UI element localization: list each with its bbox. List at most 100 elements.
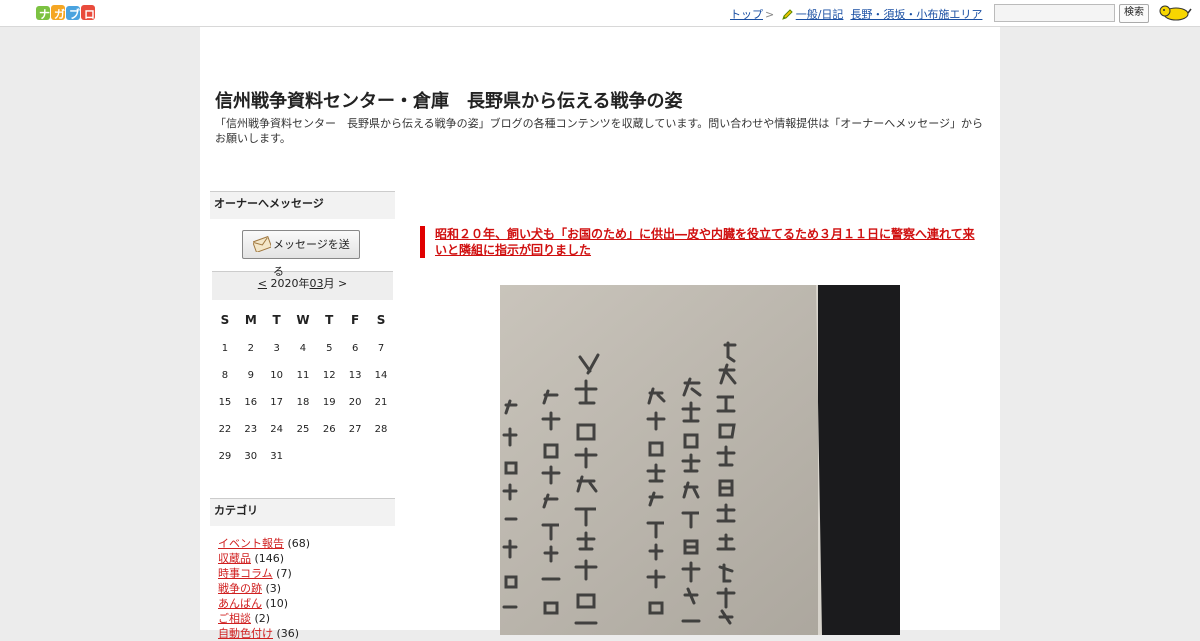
calendar-day	[290, 443, 317, 470]
post-title-link[interactable]: 昭和２０年、飼い犬も「お国のため」に供出―皮や内臓を役立てるため３月１１日に警察…	[435, 227, 975, 257]
top-bar: ナ ガ ブ ロ トップ > 一般/日記 長野・須坂・小布施エリア 検索	[0, 0, 1200, 27]
calendar-day	[316, 443, 342, 470]
pencil-icon	[781, 9, 793, 20]
svg-text:ナ: ナ	[39, 8, 50, 21]
calendar-day: 14	[374, 370, 388, 381]
calendar-day: 27	[348, 424, 362, 435]
weekday-label: S	[376, 313, 386, 327]
category-link[interactable]: イベント報告	[218, 537, 284, 550]
calendar-day: 17	[270, 397, 284, 408]
calendar-day	[342, 443, 368, 470]
calendar-day: 7	[377, 343, 385, 354]
page-container: 信州戦争資料センター・倉庫 長野県から伝える戦争の姿 「信州戦争資料センター 長…	[200, 27, 1000, 640]
weekday-label: T	[325, 313, 334, 327]
category-count: (68)	[287, 537, 311, 550]
calendar-day: 5	[326, 343, 333, 354]
calendar-day: 8	[221, 370, 229, 381]
category-count: (7)	[276, 567, 292, 580]
svg-text:ロ: ロ	[84, 8, 94, 21]
calendar-day: 21	[374, 397, 388, 408]
owner-message-heading: オーナーへメッセージ	[210, 191, 395, 219]
calendar-month-link[interactable]: 03	[310, 277, 324, 290]
calendar: S M T W T F S 1 2 3 4 5 6 7 8 9 10 11 12…	[212, 300, 394, 470]
category-item: 自動色付け (36)	[218, 626, 395, 641]
calendar-day: 3	[273, 343, 280, 354]
search-input[interactable]	[994, 4, 1115, 22]
calendar-next-link[interactable]: >	[338, 277, 347, 290]
calendar-day: 23	[244, 424, 258, 435]
calendar-week-row: 22 23 24 25 26 27 28	[212, 416, 394, 443]
document-photo-image	[500, 285, 900, 635]
category-count: (36)	[276, 627, 300, 640]
calendar-day: 24	[270, 424, 284, 435]
category-section: カテゴリ イベント報告 (68) 収蔵品 (146) 時事コラム (7) 戦争の…	[210, 498, 395, 641]
blog-description: 「信州戦争資料センター 長野県から伝える戦争の姿」ブログの各種コンテンツを収蔵し…	[215, 117, 984, 145]
category-heading: カテゴリ	[210, 498, 395, 526]
calendar-day: 22	[218, 424, 232, 435]
category-link[interactable]: 時事コラム	[218, 567, 273, 580]
category-item: イベント報告 (68)	[218, 536, 395, 551]
category-link[interactable]: 自動色付け	[218, 627, 273, 640]
calendar-week-row: 29 30 31	[212, 443, 394, 470]
calendar-day: 12	[322, 370, 336, 381]
weekday-label: T	[272, 313, 281, 327]
svg-text:ブ: ブ	[69, 7, 80, 21]
category-link[interactable]: あんばん	[218, 597, 262, 610]
calendar-day: 30	[244, 451, 258, 462]
calendar-day: 18	[296, 397, 310, 408]
breadcrumb-genre-link[interactable]: 一般/日記	[796, 8, 844, 21]
weekday-label: M	[244, 313, 257, 327]
breadcrumb-separator: >	[765, 8, 775, 21]
category-count: (2)	[254, 612, 271, 625]
calendar-prev-link[interactable]: <	[258, 277, 267, 290]
calendar-day: 28	[374, 424, 388, 435]
envelope-icon	[253, 236, 271, 252]
calendar-day: 1	[221, 343, 229, 354]
calendar-day: 2	[247, 343, 254, 354]
calendar-day: 16	[244, 397, 258, 408]
calendar-day: 6	[351, 343, 359, 354]
logo-graphic: ナ ガ ブ ロ	[36, 5, 95, 21]
category-count: (10)	[265, 597, 289, 610]
category-item: 戦争の跡 (3)	[218, 581, 395, 596]
blog-title[interactable]: 信州戦争資料センター・倉庫 長野県から伝える戦争の姿	[215, 87, 682, 113]
calendar-week-row: 1 2 3 4 5 6 7	[212, 335, 394, 362]
post-title: 昭和２０年、飼い犬も「お国のため」に供出―皮や内臓を役立てるため３月１１日に警察…	[420, 226, 985, 258]
calendar-day	[368, 443, 394, 470]
calendar-week-row: 8 9 10 11 12 13 14	[212, 362, 394, 389]
category-item: 収蔵品 (146)	[218, 551, 395, 566]
calendar-day: 11	[296, 370, 310, 381]
category-link[interactable]: 収蔵品	[218, 552, 251, 565]
main-content: 昭和２０年、飼い犬も「お国のため」に供出―皮や内臓を役立てるため３月１１日に警察…	[420, 226, 985, 635]
calendar-weekday-row: S M T W T F S	[212, 300, 394, 335]
calendar-day: 15	[218, 397, 232, 408]
calendar-day: 13	[348, 370, 362, 381]
weekday-label: S	[220, 313, 230, 327]
category-item: ご相談 (2)	[218, 611, 395, 626]
weekday-label: F	[351, 313, 360, 327]
sidebar: オーナーへメッセージ メッセージを送る < 2020年03月 > S M T W…	[210, 191, 395, 641]
category-count: (3)	[265, 582, 282, 595]
category-link[interactable]: ご相談	[218, 612, 251, 625]
send-message-button[interactable]: メッセージを送る	[242, 230, 360, 278]
calendar-day: 19	[322, 397, 336, 408]
category-item: 時事コラム (7)	[218, 566, 395, 581]
calendar-day: 20	[348, 397, 362, 408]
owner-message-box: メッセージを送る	[210, 219, 395, 278]
calendar-day: 10	[270, 370, 284, 381]
breadcrumb-area-link[interactable]: 長野・須坂・小布施エリア	[850, 8, 982, 21]
weekday-label: W	[296, 313, 310, 327]
search-button[interactable]: 検索	[1119, 4, 1149, 23]
category-link[interactable]: 戦争の跡	[218, 582, 262, 595]
mascot-icon[interactable]	[1156, 3, 1192, 23]
calendar-week-row: 15 16 17 18 19 20 21	[212, 389, 394, 416]
breadcrumb-top-link[interactable]: トップ	[730, 8, 763, 21]
post-photo[interactable]	[500, 285, 900, 635]
calendar-day: 26	[322, 424, 336, 435]
calendar-day: 31	[270, 451, 284, 462]
calendar-month-suffix: 月	[323, 277, 335, 290]
site-logo[interactable]: ナ ガ ブ ロ	[36, 3, 96, 23]
breadcrumb: トップ > 一般/日記 長野・須坂・小布施エリア	[730, 6, 982, 22]
calendar-day: 9	[247, 370, 254, 381]
calendar-day: 4	[299, 343, 307, 354]
